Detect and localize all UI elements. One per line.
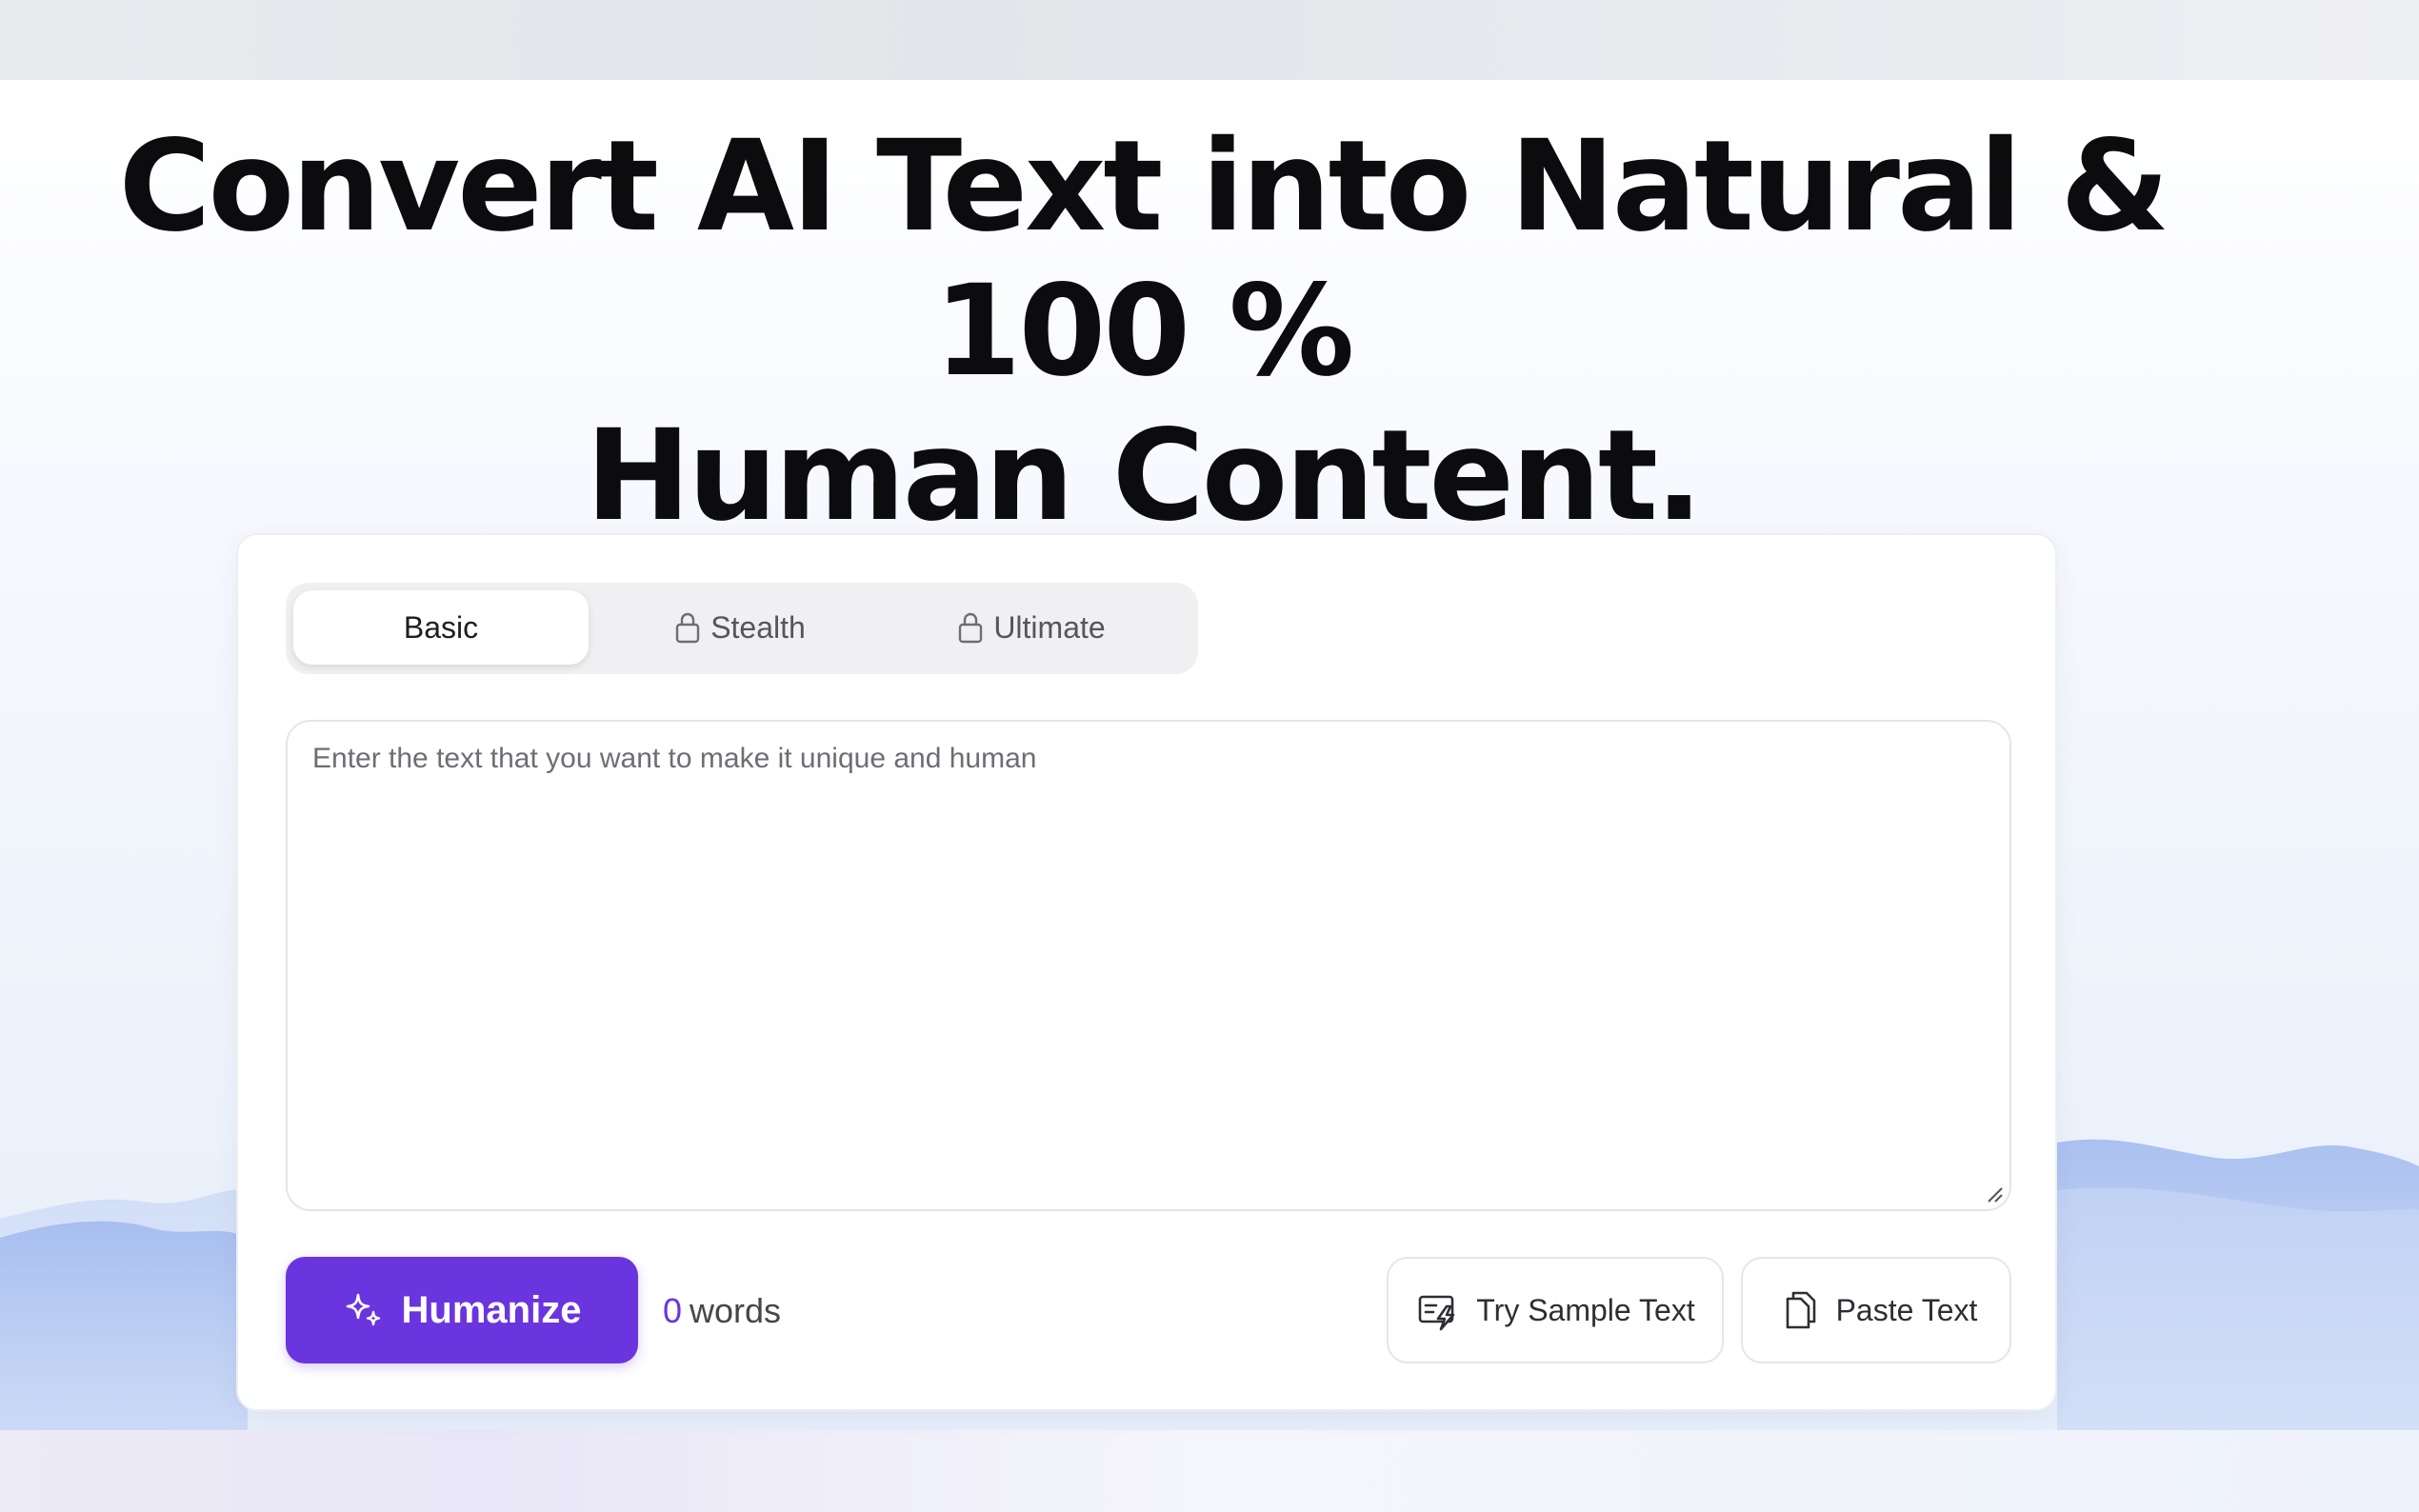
paste-text-label: Paste Text bbox=[1835, 1292, 1978, 1327]
try-sample-text-button[interactable]: Try Sample Text bbox=[1387, 1257, 1724, 1363]
tab-ultimate-label: Ultimate bbox=[993, 609, 1106, 645]
copy-icon bbox=[1786, 1291, 1815, 1329]
top-bar bbox=[0, 0, 2419, 80]
bottom-band bbox=[0, 1430, 2419, 1512]
humanizer-card: Basic Stealth Ultimate Enter the text th… bbox=[236, 533, 2057, 1411]
tab-stealth[interactable]: Stealth bbox=[592, 590, 888, 665]
tab-basic-label: Basic bbox=[403, 609, 479, 645]
sparkle-icon bbox=[346, 1293, 380, 1326]
lock-icon bbox=[959, 612, 983, 644]
paste-text-button[interactable]: Paste Text bbox=[1741, 1257, 2011, 1363]
word-count-value: 0 bbox=[663, 1291, 683, 1330]
page: Convert AI Text into Natural & 100 % Hum… bbox=[0, 0, 2419, 1512]
hero-headline: Convert AI Text into Natural & 100 % Hum… bbox=[0, 114, 2286, 548]
humanize-button[interactable]: Humanize bbox=[286, 1257, 638, 1363]
try-sample-text-label: Try Sample Text bbox=[1476, 1292, 1695, 1327]
lock-icon bbox=[675, 612, 700, 644]
text-input-area bbox=[286, 720, 2011, 1211]
tab-basic[interactable]: Basic bbox=[293, 590, 589, 665]
headline-line-1: Convert AI Text into Natural & 100 % bbox=[118, 113, 2170, 405]
sample-text-icon bbox=[1418, 1295, 1455, 1331]
mode-tabs: Basic Stealth Ultimate bbox=[286, 583, 1198, 674]
headline-line-2: Human Content. bbox=[585, 403, 1703, 549]
word-count-unit: words bbox=[690, 1291, 782, 1330]
tab-ultimate[interactable]: Ultimate bbox=[884, 590, 1179, 665]
humanize-label: Humanize bbox=[401, 1288, 582, 1331]
text-input[interactable] bbox=[288, 722, 2009, 1209]
tab-stealth-label: Stealth bbox=[710, 609, 806, 645]
resize-handle-icon[interactable] bbox=[1983, 1183, 2004, 1204]
word-counter: 0 words bbox=[663, 1287, 781, 1335]
